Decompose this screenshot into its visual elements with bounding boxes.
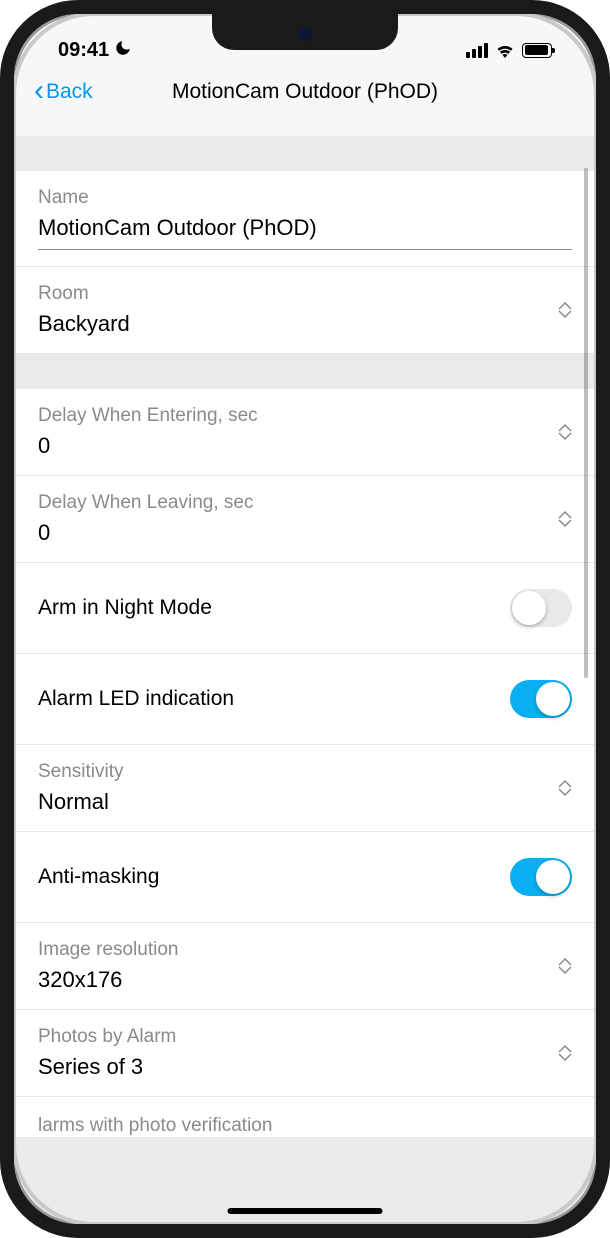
notch — [212, 14, 398, 50]
name-input[interactable] — [38, 215, 572, 250]
anti-masking-label: Anti-masking — [38, 865, 159, 889]
delay-leave-label: Delay When Leaving, sec — [38, 492, 572, 514]
resolution-value: 320x176 — [38, 967, 572, 993]
stepper-icon — [558, 424, 572, 440]
back-label: Back — [46, 80, 93, 104]
status-time-area: 09:41 — [58, 39, 132, 62]
anti-masking-row: Anti-masking — [16, 832, 594, 923]
truncated-row: larms with photo verification — [16, 1097, 594, 1137]
delay-enter-value: 0 — [38, 433, 572, 459]
navigation-bar: ‹ Back MotionCam Outdoor (PhOD) — [16, 64, 594, 120]
settings-scroll[interactable]: Name Room Backyard Delay When Entering, … — [16, 136, 594, 1222]
photos-cell[interactable]: Photos by Alarm Series of 3 — [16, 1010, 594, 1097]
alarm-led-toggle[interactable] — [510, 680, 572, 718]
alarm-led-label: Alarm LED indication — [38, 687, 234, 711]
delay-leave-cell[interactable]: Delay When Leaving, sec 0 — [16, 476, 594, 563]
page-title: MotionCam Outdoor (PhOD) — [172, 80, 438, 104]
photos-value: Series of 3 — [38, 1054, 572, 1080]
status-right-icons — [466, 43, 552, 58]
screen: 09:41 ‹ Back MotionCam Outdoor — [16, 16, 594, 1222]
stepper-icon — [558, 958, 572, 974]
resolution-label: Image resolution — [38, 939, 572, 961]
stepper-icon — [558, 302, 572, 318]
name-cell[interactable]: Name — [16, 171, 594, 267]
arm-night-row: Arm in Night Mode — [16, 563, 594, 654]
scrollbar[interactable] — [584, 168, 588, 678]
delay-leave-value: 0 — [38, 520, 572, 546]
stepper-icon — [558, 511, 572, 527]
alarm-led-row: Alarm LED indication — [16, 654, 594, 745]
arm-night-label: Arm in Night Mode — [38, 596, 212, 620]
arm-night-toggle[interactable] — [510, 589, 572, 627]
delay-enter-cell[interactable]: Delay When Entering, sec 0 — [16, 389, 594, 476]
wifi-icon — [495, 43, 515, 58]
room-cell[interactable]: Room Backyard — [16, 267, 594, 354]
anti-masking-toggle[interactable] — [510, 858, 572, 896]
sensitivity-cell[interactable]: Sensitivity Normal — [16, 745, 594, 832]
delay-enter-label: Delay When Entering, sec — [38, 405, 572, 427]
sensitivity-label: Sensitivity — [38, 761, 572, 783]
phone-frame: 09:41 ‹ Back MotionCam Outdoor — [0, 0, 610, 1238]
cellular-icon — [466, 43, 488, 58]
clock: 09:41 — [58, 39, 109, 62]
dnd-moon-icon — [114, 39, 132, 62]
photos-label: Photos by Alarm — [38, 1026, 572, 1048]
resolution-cell[interactable]: Image resolution 320x176 — [16, 923, 594, 1010]
chevron-left-icon: ‹ — [34, 76, 44, 106]
room-label: Room — [38, 283, 572, 305]
back-button[interactable]: ‹ Back — [34, 78, 93, 106]
stepper-icon — [558, 1045, 572, 1061]
home-indicator[interactable] — [228, 1208, 383, 1214]
battery-icon — [522, 43, 552, 58]
sensitivity-value: Normal — [38, 789, 572, 815]
room-value: Backyard — [38, 311, 572, 337]
name-label: Name — [38, 187, 572, 209]
stepper-icon — [558, 780, 572, 796]
